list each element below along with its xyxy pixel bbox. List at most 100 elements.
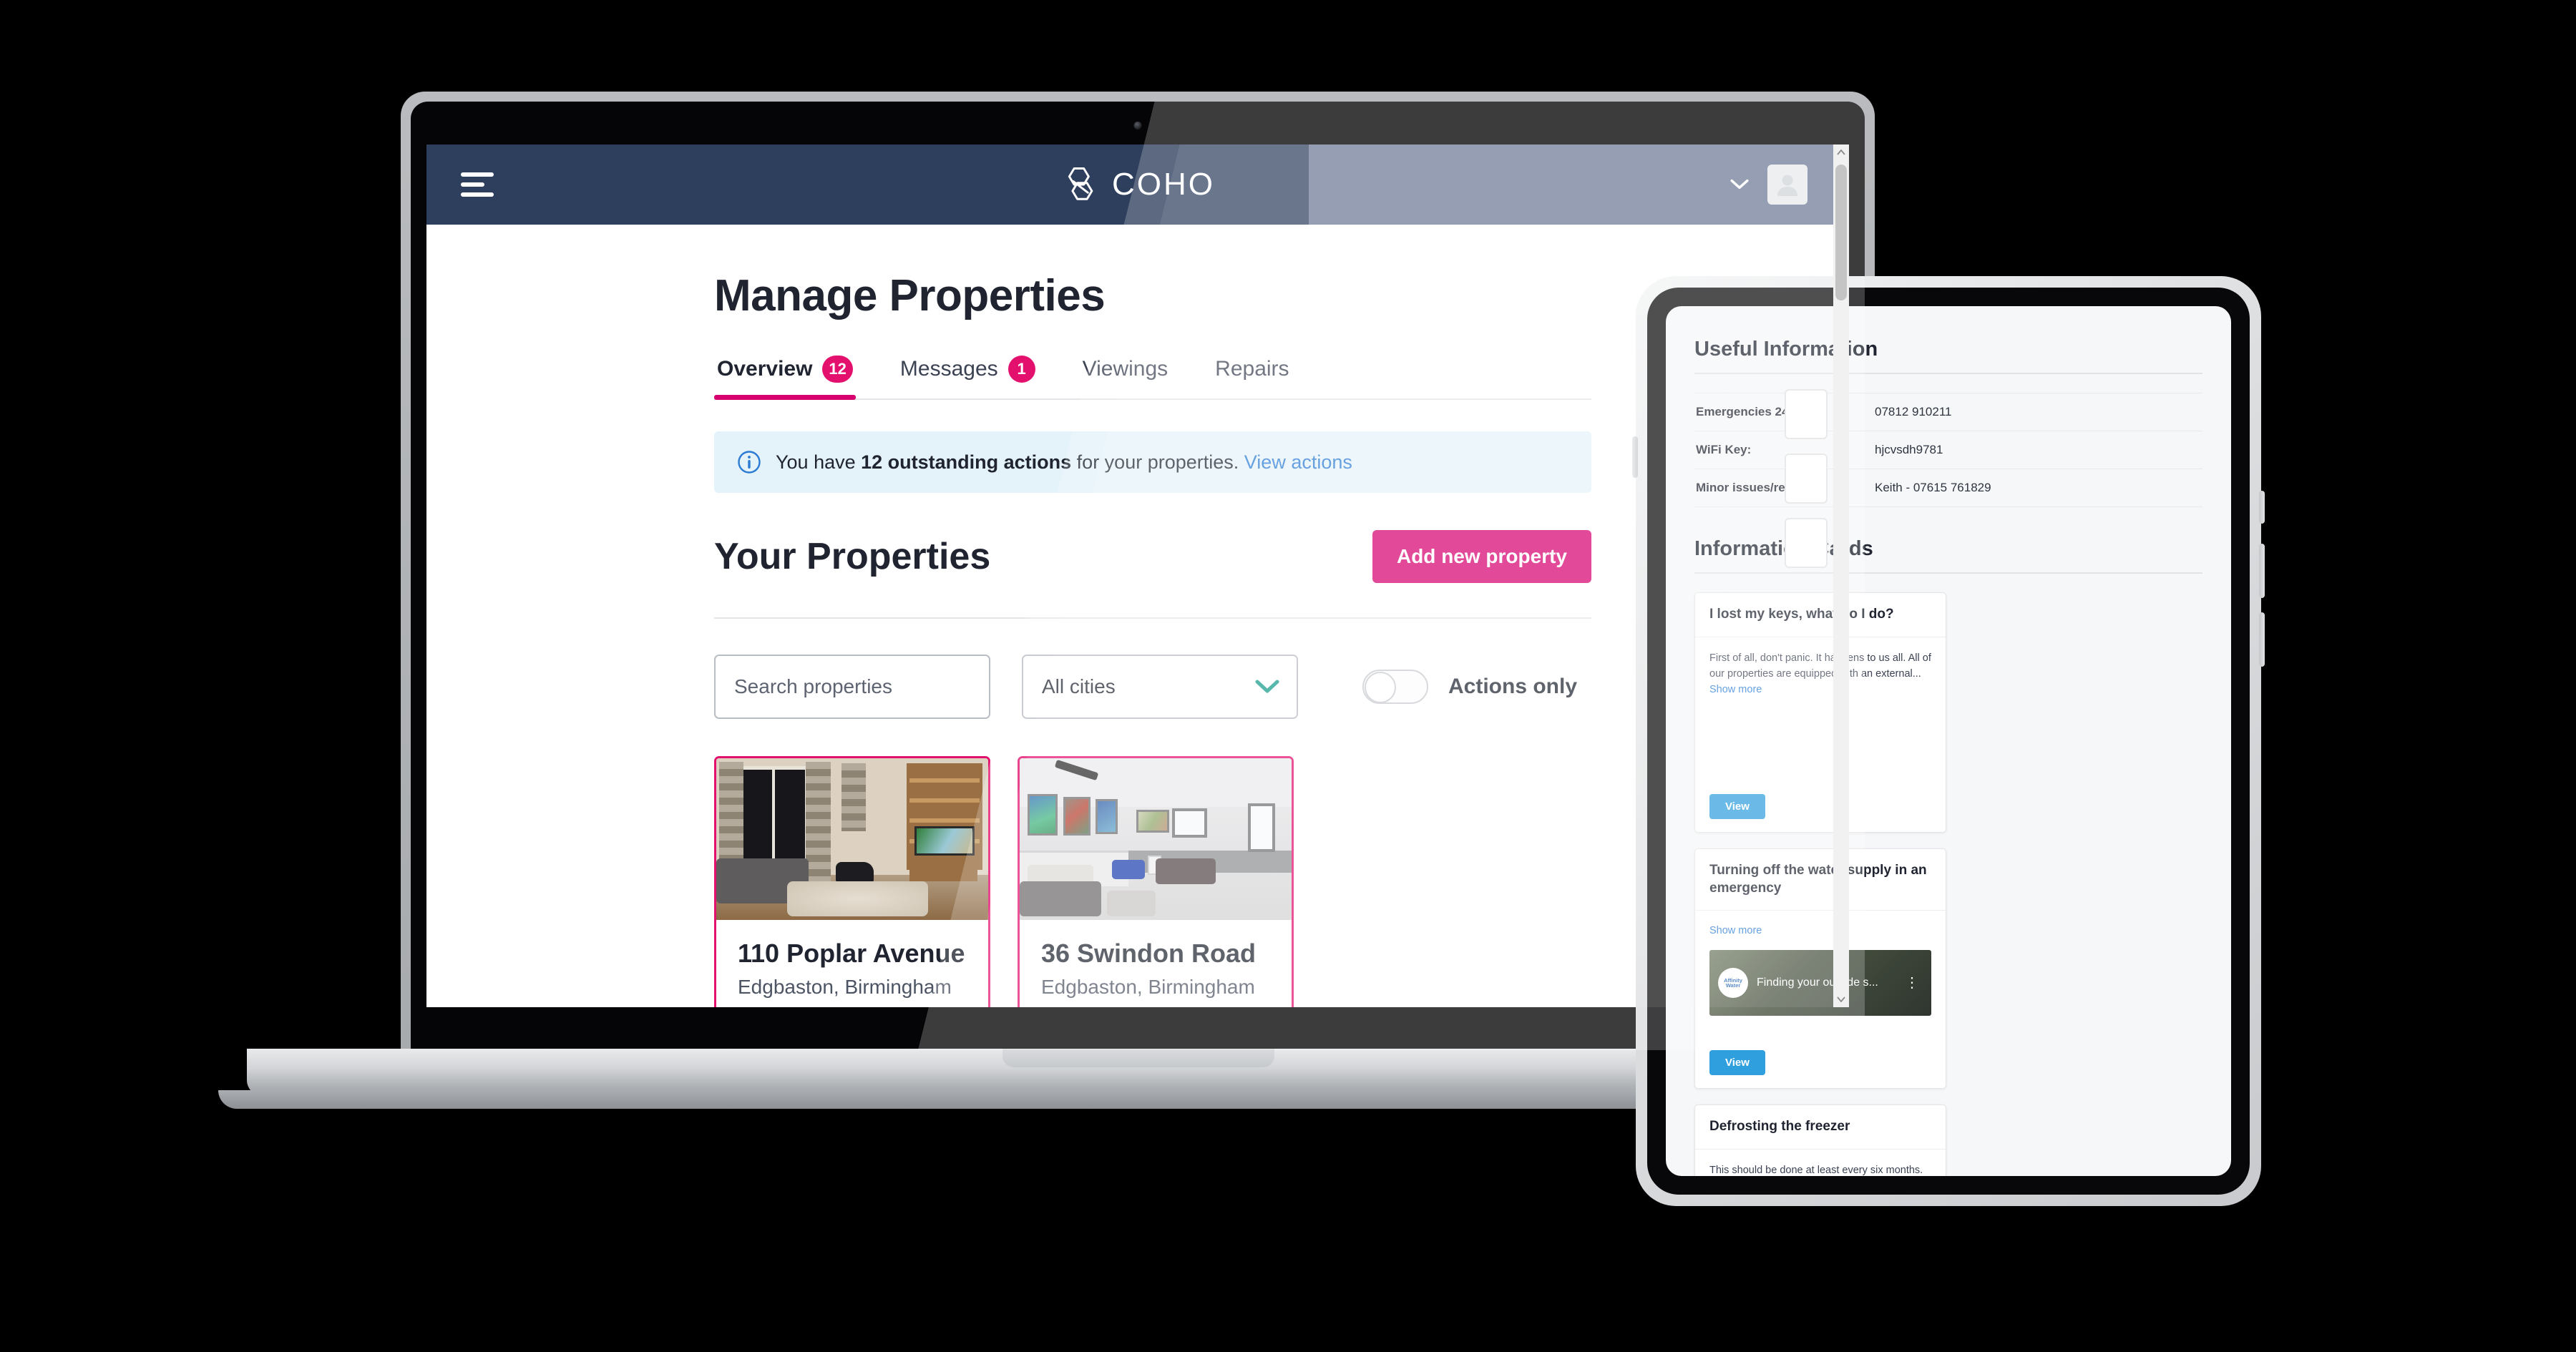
properties-section-header: Your Properties Add new property [714,530,1591,583]
card-body: First of all, don't panic. It happens to… [1695,637,1946,794]
information-card[interactable]: Defrosting the freezer This should be do… [1694,1104,1946,1176]
tablet-bezel: Useful Information Emergencies 24/7: 078… [1647,288,2250,1195]
alert-suffix: for your properties. [1071,451,1244,473]
tablet-volume-down-button[interactable] [2259,612,2265,667]
tab-viewings-label: Viewings [1082,357,1169,381]
card-footer: View [1695,794,1946,832]
information-cards-title: Information Cards [1694,537,1873,560]
tab-overview-label: Overview [717,357,813,381]
tab-viewings[interactable]: Viewings [1080,351,1171,398]
city-select-value: All cities [1042,675,1116,697]
card-footer: View [1695,1050,1946,1088]
info-value: Keith - 07615 761829 [1875,481,1991,494]
property-card-list: 110 Poplar Avenue Edgbaston, Birmingham [714,756,1591,1007]
property-card-body: 110 Poplar Avenue Edgbaston, Birmingham [716,920,988,1007]
page-title: Manage Properties [714,271,1106,320]
property-name: 36 Swindon Road [1041,939,1257,968]
scroll-up-icon[interactable] [1833,144,1849,160]
view-actions-link[interactable]: View actions [1244,451,1352,473]
card-text: This should be done at least every six m… [1709,1164,1923,1176]
view-button[interactable]: View [1709,1050,1765,1075]
card-title: I lost my keys, what do I do? [1695,593,1946,637]
card-body: Show more Affinity Water Finding your out… [1695,911,1946,1050]
title-rule [1694,373,2202,374]
tab-messages-label: Messages [899,357,998,381]
alert-strong: 12 outstanding actions [861,451,1072,473]
tablet-volume-up-button[interactable] [2259,544,2265,598]
tab-repairs[interactable]: Repairs [1212,351,1292,398]
cards-title-rule [1694,572,2202,574]
tab-messages-badge: 1 [1008,356,1035,383]
channel-logo-icon: Affinity Water [1718,968,1748,999]
coho-hexagon-icon [1068,167,1093,200]
brand-text: COHO [1112,167,1215,202]
background-panel-ghost [1785,454,1828,504]
card-title: Turning off the water supply in an emerg… [1695,849,1946,911]
card-text: First of all, don't panic. It happens to… [1709,652,1931,680]
page-scrollbar[interactable] [1833,144,1849,1007]
background-panel-ghost [1785,389,1828,439]
toggle-knob [1365,672,1396,703]
actions-only-toggle-group[interactable]: Actions only [1362,670,1577,704]
info-circle-icon [738,451,761,474]
property-name: 110 Poplar Avenue [738,939,965,968]
hamburger-icon[interactable] [461,172,494,197]
alert-prefix: You have [776,451,862,473]
property-location: Edgbaston, Birmingham [1041,976,1255,998]
kebab-menu-icon[interactable]: ⋮ [1905,976,1923,990]
scrollbar-thumb[interactable] [1835,165,1847,300]
tab-repairs-label: Repairs [1215,357,1289,381]
useful-information-title: Useful Information [1694,338,1878,361]
scroll-down-icon[interactable] [1833,991,1849,1007]
app-header: COHO [426,144,1849,225]
brand-logo[interactable]: COHO [1060,165,1215,204]
video-title: Finding your outside s... [1757,976,1878,989]
actions-only-toggle[interactable] [1362,670,1428,704]
show-more-link[interactable]: Show more [1709,925,1762,936]
property-location: Edgbaston, Birmingham [738,976,952,998]
tab-overview-badge: 12 [822,356,853,383]
background-panel-ghost [1785,518,1828,568]
info-value: 07812 910211 [1875,405,1952,418]
avatar[interactable] [1767,165,1807,205]
chevron-down-icon[interactable] [1255,679,1279,695]
tablet-left-button[interactable] [1632,436,1638,478]
property-photo [1020,758,1292,920]
tablet-power-button[interactable] [2259,491,2265,524]
tab-bar: Overview 12 Messages 1 Viewings Repairs [714,351,1591,400]
chevron-down-icon[interactable] [1730,179,1749,190]
info-value: hjcvsdh9781 [1875,443,1943,456]
property-card[interactable]: 110 Poplar Avenue Edgbaston, Birmingham [714,756,990,1007]
search-input[interactable] [714,655,990,719]
alert-text: You have 12 outstanding actions for your… [776,451,1352,474]
card-title: Defrosting the freezer [1695,1105,1946,1150]
information-card-list: I lost my keys, what do I do? First of a… [1694,592,2202,1176]
tab-messages[interactable]: Messages 1 [897,351,1038,398]
tablet-device: Useful Information Emergencies 24/7: 078… [1632,276,2265,1206]
table-row: Minor issues/repairs: Keith - 07615 7618… [1694,469,2202,507]
information-card[interactable]: I lost my keys, what do I do? First of a… [1694,592,1946,833]
add-new-property-button[interactable]: Add new property [1372,530,1591,583]
section-divider [714,617,1591,619]
tab-overview[interactable]: Overview 12 [714,351,856,400]
useful-information-table: Emergencies 24/7: 07812 910211 WiFi Key:… [1694,393,2202,507]
user-avatar-icon [1777,175,1797,196]
property-card[interactable]: 36 Swindon Road Edgbaston, Birmingham [1018,756,1294,1007]
view-button[interactable]: View [1709,794,1765,819]
tablet-frame: Useful Information Emergencies 24/7: 078… [1632,276,2265,1206]
city-filter[interactable]: All cities [1022,655,1298,719]
video-embed[interactable]: Affinity Water Finding your outside s... … [1709,950,1931,1017]
actions-only-label: Actions only [1448,675,1578,698]
filters-row: All cities [714,655,1591,719]
screenshot-stage: COHO Manage Properties Overview 12 Messa… [0,0,2576,1352]
show-more-link[interactable]: Show more [1709,684,1762,695]
property-photo [716,758,988,920]
tablet-screen: Useful Information Emergencies 24/7: 078… [1666,306,2231,1176]
table-row: WiFi Key: hjcvsdh9781 [1694,431,2202,469]
information-card[interactable]: Turning off the water supply in an emerg… [1694,848,1946,1089]
webcam-icon [1133,122,1142,129]
header-user-menu[interactable] [1730,165,1807,205]
page-content: Manage Properties Overview 12 Messages 1 [714,270,1591,1007]
card-body: This should be done at least every six m… [1695,1150,1946,1176]
outstanding-actions-alert: You have 12 outstanding actions for your… [714,431,1591,493]
